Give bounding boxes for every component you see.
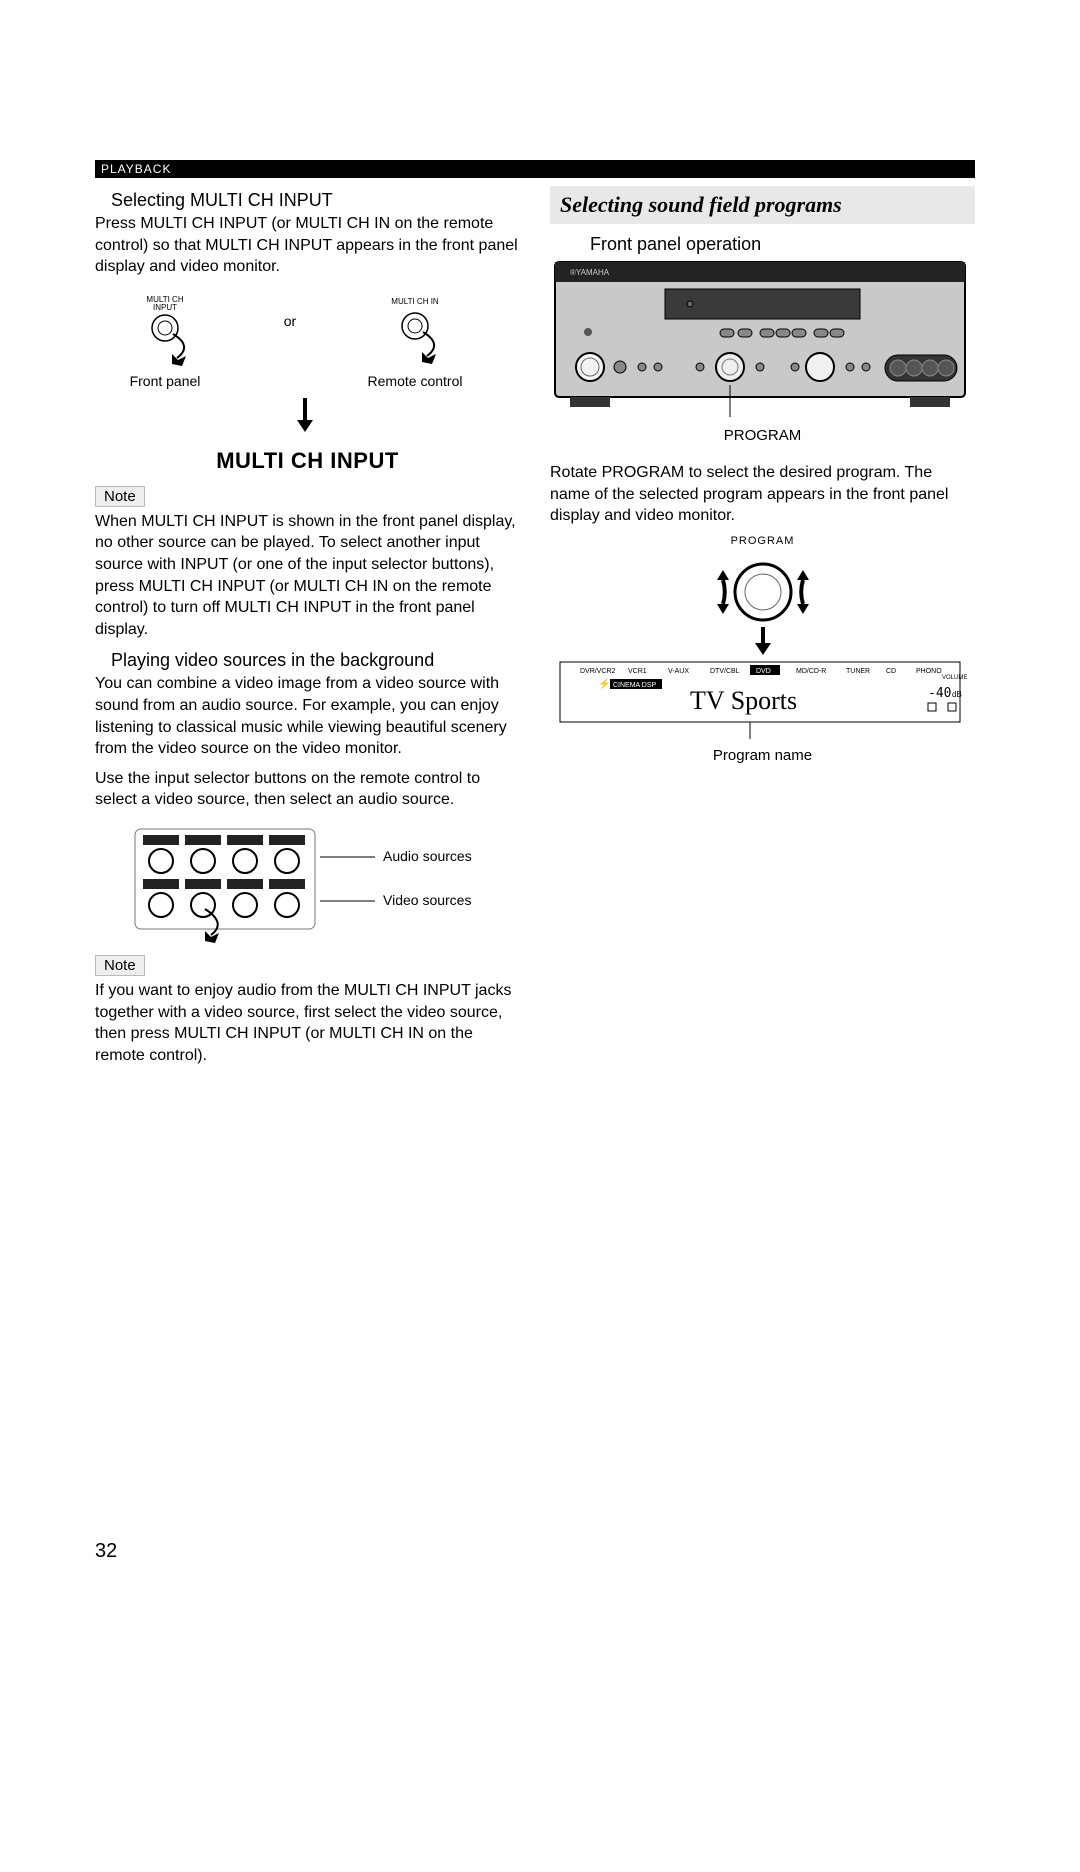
section-header: PLAYBACK <box>95 160 975 178</box>
svg-text:MD/CD-R: MD/CD-R <box>796 668 826 675</box>
svg-text:CD: CD <box>886 668 896 675</box>
selecting-multi-ch-title: Selecting MULTI CH INPUT <box>111 190 520 211</box>
note-label-1: Note <box>95 486 145 507</box>
svg-text:PHONO: PHONO <box>916 668 942 675</box>
page-number: 32 <box>95 1540 117 1563</box>
svg-text:VOLUME: VOLUME <box>942 675 967 681</box>
remote-diagram: Audio sources Video sources <box>95 819 515 949</box>
receiver-front-panel-diagram: ®YAMAHA <box>550 257 970 427</box>
front-panel-operation: Front panel operation <box>590 234 975 255</box>
svg-text:-40: -40 <box>928 686 951 701</box>
note-label-2: Note <box>95 955 145 976</box>
note-1-body: When MULTI CH INPUT is shown in the fron… <box>95 511 520 641</box>
remote-control-label: Remote control <box>368 373 463 389</box>
display-lcd-text: TV Sports <box>690 686 797 715</box>
svg-text:DTV/CBL: DTV/CBL <box>710 668 740 675</box>
svg-text:TUNER: TUNER <box>846 668 870 675</box>
press-dial-diagram: MULTI CH INPUT or MULTI CH IN Front pane <box>95 286 515 396</box>
svg-text:V-AUX: V-AUX <box>668 668 689 675</box>
manual-page: PLAYBACK Selecting MULTI CH INPUT Press … <box>95 160 975 1074</box>
selecting-multi-ch-body: Press MULTI CH INPUT (or MULTI CH IN on … <box>95 213 520 278</box>
down-arrow-icon <box>95 396 515 436</box>
svg-text:DVD: DVD <box>756 668 771 675</box>
svg-text:⚡: ⚡ <box>598 677 610 690</box>
right-column: Selecting sound field programs Front pan… <box>550 186 975 1074</box>
playing-video-body-2: Use the input selector buttons on the re… <box>95 768 520 811</box>
playing-video-body: You can combine a video image from a vid… <box>95 673 520 759</box>
svg-text:CINEMA DSP: CINEMA DSP <box>613 682 657 689</box>
svg-text:®YAMAHA: ®YAMAHA <box>570 268 610 277</box>
video-sources-label: Video sources <box>383 892 471 908</box>
playing-video-title: Playing video sources in the background <box>111 650 520 671</box>
svg-text:MULTI CH IN: MULTI CH IN <box>391 297 439 306</box>
program-label: PROGRAM <box>550 427 975 444</box>
display-panel-diagram: DVR/VCR2 VCR1 V-AUX DTV/CBL DVD MD/CD-R … <box>550 657 970 747</box>
svg-text:VCR1: VCR1 <box>628 668 647 675</box>
program-name-caption: Program name <box>550 747 975 764</box>
rotate-knob-icon <box>693 547 833 657</box>
svg-text:DVR/VCR2: DVR/VCR2 <box>580 668 616 675</box>
rotate-program-body: Rotate PROGRAM to select the desired pro… <box>550 462 975 527</box>
selecting-sound-field-title: Selecting sound field programs <box>550 186 975 224</box>
left-column: Selecting MULTI CH INPUT Press MULTI CH … <box>95 186 520 1074</box>
program-small-label: PROGRAM <box>550 535 975 547</box>
svg-text:INPUT: INPUT <box>153 303 177 312</box>
or-label: or <box>284 313 297 329</box>
svg-text:dB: dB <box>952 690 962 699</box>
multi-ch-display-text: MULTI CH INPUT <box>95 448 520 474</box>
note-2-body: If you want to enjoy audio from the MULT… <box>95 980 520 1066</box>
front-panel-label: Front panel <box>130 373 201 389</box>
audio-sources-label: Audio sources <box>383 848 472 864</box>
